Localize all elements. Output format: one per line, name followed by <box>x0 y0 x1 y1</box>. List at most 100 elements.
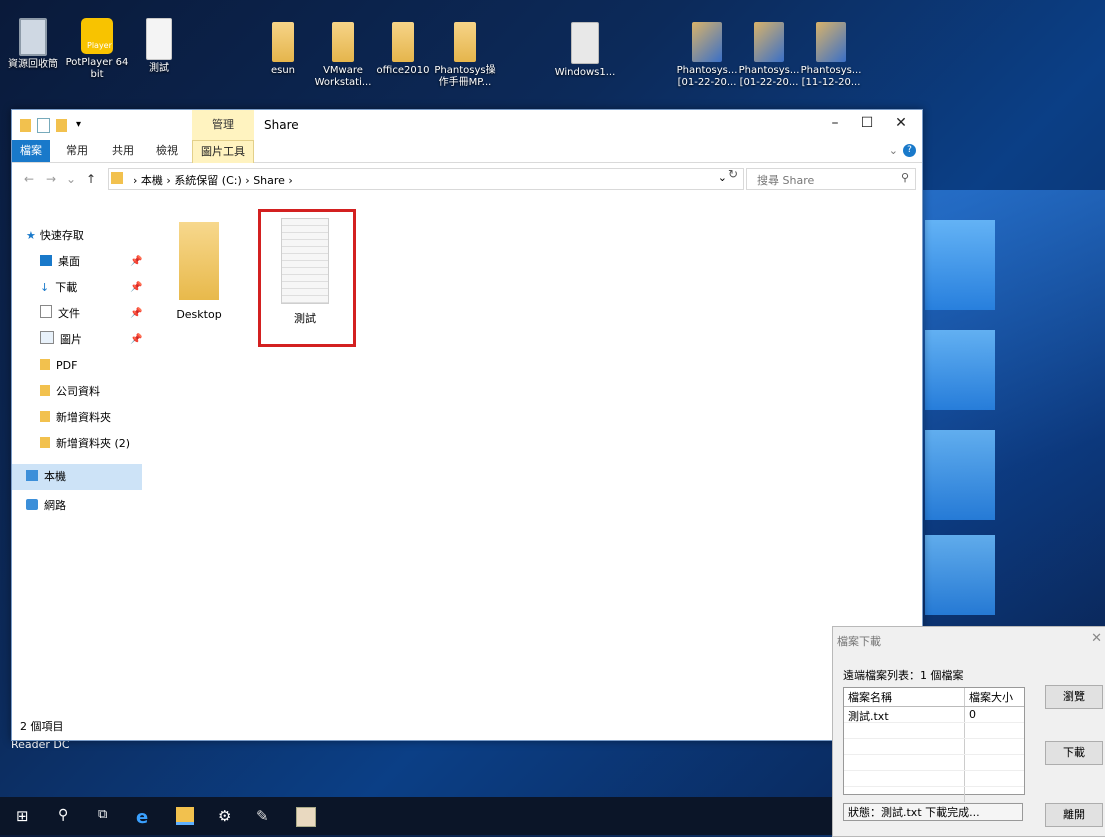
pictures-icon <box>40 331 54 344</box>
desktop-icon-esun[interactable]: esun <box>250 22 316 77</box>
pin-icon[interactable]: 📌 <box>130 334 142 345</box>
remote-file-count: 遠端檔案列表：1 個檔案 <box>843 669 964 682</box>
nav-this-pc[interactable]: 本機 <box>26 467 66 487</box>
desktop-icon-phantosys-setup-2[interactable]: Phantosys... [01-22-20... <box>736 22 802 89</box>
table-row[interactable]: 測試.txt 0 <box>844 707 1024 723</box>
nav-label: 下載 <box>55 281 78 294</box>
close-button[interactable]: ✕ <box>886 115 916 131</box>
table-row-empty <box>844 723 1024 739</box>
download-icon: ↓ <box>40 281 50 294</box>
pin-icon[interactable]: 📌 <box>130 256 142 267</box>
highlight-annotation <box>258 209 356 347</box>
nav-documents[interactable]: 文件 <box>40 304 80 324</box>
tab-view[interactable]: 檢視 <box>148 140 186 162</box>
folder-icon[interactable] <box>20 119 31 132</box>
star-icon: ★ <box>26 229 36 242</box>
desktop-icon-vmware[interactable]: VMware Workstati... <box>310 22 376 89</box>
properties-icon[interactable] <box>37 118 50 133</box>
nav-quick-access[interactable]: ★ 快速存取 <box>26 226 84 246</box>
refresh-icon[interactable]: ↻ <box>728 167 738 181</box>
help-icon[interactable]: ? <box>903 144 916 157</box>
tab-picture-tools[interactable]: 圖片工具 <box>192 140 254 163</box>
dialog-close-icon[interactable]: ✕ <box>1091 631 1102 646</box>
desktop-icon-label: Phantosys... [01-22-20... <box>738 65 800 88</box>
tab-share[interactable]: 共用 <box>104 140 142 162</box>
computer-icon <box>26 470 38 481</box>
folder-icon <box>111 172 123 184</box>
installer-icon <box>754 22 784 62</box>
desktop-icon-potplayer[interactable]: Player PotPlayer 64 bit <box>64 18 130 81</box>
context-tab-header: 管理 <box>192 110 254 140</box>
file-explorer-window: ▾ 管理 Share – ☐ ✕ 檔案 常用 共用 檢視 圖片工具 ⌄ ? ← … <box>11 109 923 741</box>
desktop-icon-phantosys-manual[interactable]: Phantosys操作手冊MP... <box>432 22 498 89</box>
table-row-empty <box>844 787 1024 803</box>
desktop-icon-recycle-bin[interactable]: 資源回收筒 <box>0 18 66 71</box>
desktop-icon-label: PotPlayer 64 bit <box>65 57 129 80</box>
desktop-icon-windows-disc[interactable]: Windows1... <box>552 22 618 79</box>
nav-network[interactable]: 網路 <box>26 496 66 516</box>
cell-file-size: 0 <box>969 708 976 721</box>
column-header-size[interactable]: 檔案大小 <box>965 688 1024 706</box>
app-taskbar-icon[interactable] <box>296 807 316 827</box>
task-view-icon[interactable]: ⧉ <box>98 807 116 825</box>
forward-icon[interactable]: → <box>46 172 56 186</box>
folder-icon <box>392 22 414 62</box>
exit-button[interactable]: 離開 <box>1045 803 1103 827</box>
address-dropdown-icon[interactable]: ⌄ <box>718 171 727 184</box>
start-button-icon[interactable]: ⊞ <box>16 807 34 825</box>
nav-downloads[interactable]: ↓ 下載 <box>40 278 77 298</box>
nav-label: 快速存取 <box>39 229 84 242</box>
desktop-icon-label: Phantosys操作手冊MP... <box>434 65 496 88</box>
file-item-desktop-folder[interactable]: Desktop <box>154 208 244 321</box>
pin-icon[interactable]: 📌 <box>130 282 142 293</box>
file-explorer-taskbar-icon[interactable] <box>176 807 194 825</box>
edge-browser-icon[interactable]: e <box>136 807 154 828</box>
desktop-icon-phantosys-setup-1[interactable]: Phantosys... [01-22-20... <box>674 22 740 89</box>
nav-new-folder[interactable]: 新增資料夾 <box>40 408 111 428</box>
nav-pictures[interactable]: 圖片 <box>40 330 82 350</box>
desktop-icon-office2010[interactable]: office2010 <box>370 22 436 77</box>
nav-label: 圖片 <box>60 333 82 346</box>
paint-app-icon[interactable]: ✎ <box>256 807 274 825</box>
column-header-name[interactable]: 檔案名稱 <box>844 688 965 706</box>
nav-label: 新增資料夾 (2) <box>56 437 131 450</box>
desktop-icon-test[interactable]: 測試 <box>126 18 192 75</box>
nav-company-data[interactable]: 公司資料 <box>40 382 100 402</box>
download-status: 狀態：測試.txt 下載完成... <box>843 803 1023 821</box>
text-file-icon <box>146 18 172 60</box>
new-folder-icon[interactable] <box>56 119 67 132</box>
expand-ribbon-icon[interactable]: ⌄ <box>889 144 898 157</box>
dialog-title: 檔案下載 <box>837 635 881 648</box>
window-title: Share <box>264 118 299 132</box>
customize-dropdown-icon[interactable]: ▾ <box>73 119 84 132</box>
browse-button[interactable]: 瀏覽 <box>1045 685 1103 709</box>
nav-new-folder-2[interactable]: 新增資料夾 (2) <box>40 434 130 454</box>
nav-label: 文件 <box>58 307 80 320</box>
download-button[interactable]: 下載 <box>1045 741 1103 765</box>
desktop-icon-phantosys-setup-3[interactable]: Phantosys... [11-12-20... <box>798 22 864 89</box>
nav-pdf[interactable]: PDF <box>40 356 77 376</box>
recycle-bin-icon <box>19 18 47 56</box>
installer-icon <box>816 22 846 62</box>
table-row-empty <box>844 755 1024 771</box>
minimize-button[interactable]: – <box>820 115 850 131</box>
breadcrumb-share[interactable]: Share <box>253 174 285 187</box>
breadcrumb-this-pc[interactable]: 本機 <box>141 174 163 187</box>
back-icon[interactable]: ← <box>24 172 34 186</box>
breadcrumb-drive-c[interactable]: 系統保留 (C:) <box>174 174 241 187</box>
ribbon-tabs: 檔案 常用 共用 檢視 圖片工具 ⌄ ? <box>12 140 922 163</box>
search-icon[interactable]: ⚲ <box>58 807 76 825</box>
windows-logo-pane <box>925 220 995 310</box>
up-icon[interactable]: ↑ <box>86 172 96 186</box>
nav-label: PDF <box>56 359 78 372</box>
maximize-button[interactable]: ☐ <box>852 115 882 131</box>
address-bar[interactable]: › 本機 › 系統保留 (C:) › Share › ⌄ <box>108 168 744 190</box>
tab-home[interactable]: 常用 <box>58 140 96 162</box>
pin-icon[interactable]: 📌 <box>130 308 142 319</box>
folder-icon <box>40 359 50 370</box>
recent-dropdown-icon[interactable]: ⌄ <box>66 172 76 186</box>
settings-gear-icon[interactable]: ⚙ <box>218 807 236 825</box>
tab-file[interactable]: 檔案 <box>12 140 50 162</box>
search-input[interactable]: 搜尋 Share ⚲ <box>746 168 916 190</box>
nav-desktop[interactable]: 桌面 <box>40 252 80 272</box>
